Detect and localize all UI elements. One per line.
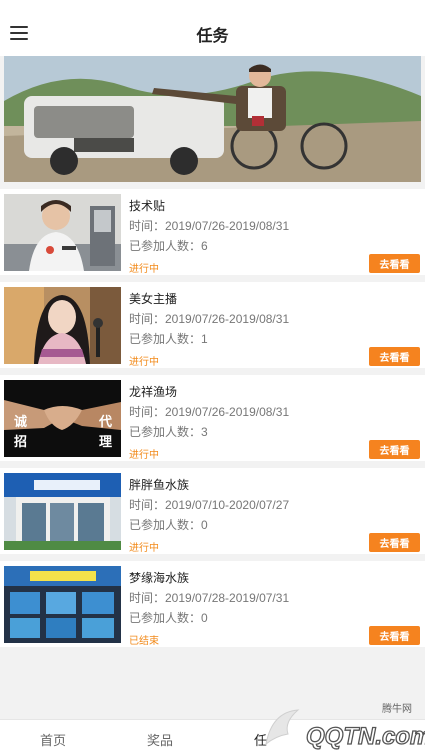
task-card[interactable]: 胖胖鱼水族 时间：2019/07/10-2020/07/27 已参加人数：0 进…: [0, 461, 425, 554]
tab-home[interactable]: 首页: [40, 730, 66, 749]
thumb-text-4: 理: [99, 435, 112, 450]
task-status: 进行中: [129, 543, 159, 554]
view-button[interactable]: 去看看: [369, 347, 420, 366]
view-button[interactable]: 去看看: [369, 626, 420, 645]
task-participants: 已参加人数：1: [129, 332, 208, 346]
task-participants: 已参加人数：6: [129, 239, 208, 253]
task-status: 进行中: [129, 357, 159, 368]
task-name: 龙祥渔场: [129, 385, 178, 399]
task-thumbnail: [4, 566, 121, 643]
task-thumbnail: [4, 473, 121, 550]
task-participants: 已参加人数：3: [129, 425, 208, 439]
watermark-brand-large: QQTN.com: [306, 723, 425, 750]
app-root: 任务 技术贴 时间：2019/07/26-2019/08/31 已参加人数：6 …: [0, 0, 425, 756]
task-name: 梦缘海水族: [129, 571, 190, 585]
task-status: 进行中: [129, 264, 159, 275]
task-participants: 已参加人数：0: [129, 611, 208, 625]
task-thumbnail: [4, 194, 121, 271]
task-name: 美女主播: [129, 292, 178, 306]
view-button[interactable]: 去看看: [369, 533, 420, 552]
tab-prizes[interactable]: 奖品: [147, 730, 173, 749]
task-participants: 已参加人数：0: [129, 518, 208, 532]
task-thumbnail: [4, 287, 121, 364]
task-time: 时间：2019/07/26-2019/08/31: [129, 219, 290, 233]
task-card[interactable]: 诚 招 代 理 龙祥渔场 时间：2019/07/26-2019/08/31 已参…: [0, 368, 425, 461]
task-name: 技术贴: [129, 199, 166, 213]
menu-icon[interactable]: [10, 26, 28, 40]
task-time: 时间：2019/07/26-2019/08/31: [129, 405, 290, 419]
watermark-brand-small: 腾牛网: [382, 702, 412, 715]
task-card[interactable]: 梦缘海水族 时间：2019/07/28-2019/07/31 已参加人数：0 已…: [0, 554, 425, 647]
task-status: 进行中: [129, 450, 159, 461]
view-button[interactable]: 去看看: [369, 440, 420, 459]
thumb-text-1: 诚: [14, 414, 27, 430]
task-time: 时间：2019/07/28-2019/07/31: [129, 591, 290, 605]
thumb-text-2: 招: [14, 434, 27, 450]
thumb-text-3: 代: [98, 414, 112, 430]
task-status: 已结束: [129, 636, 159, 647]
task-card[interactable]: 美女主播 时间：2019/07/26-2019/08/31 已参加人数：1 进行…: [0, 275, 425, 368]
watermark-logo: 腾牛网 QQTN.com: [265, 702, 425, 751]
task-thumbnail: 诚 招 代 理: [4, 380, 121, 457]
task-list: 技术贴 时间：2019/07/26-2019/08/31 已参加人数：6 进行中…: [0, 182, 425, 647]
banner-image[interactable]: [4, 56, 421, 182]
task-time: 时间：2019/07/26-2019/08/31: [129, 312, 290, 326]
task-time: 时间：2019/07/10-2020/07/27: [129, 498, 290, 512]
header: 任务: [0, 0, 425, 56]
task-name: 胖胖鱼水族: [129, 478, 190, 492]
page-title: 任务: [196, 28, 229, 45]
task-card[interactable]: 技术贴 时间：2019/07/26-2019/08/31 已参加人数：6 进行中…: [0, 182, 425, 275]
view-button[interactable]: 去看看: [369, 254, 420, 273]
